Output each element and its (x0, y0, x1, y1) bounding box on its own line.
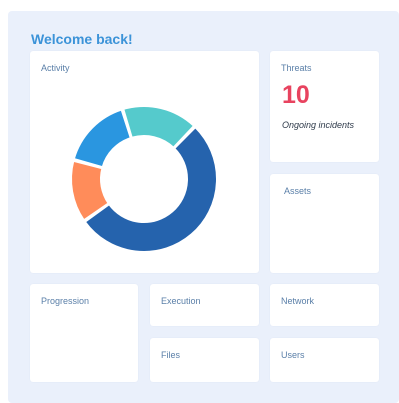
assets-label: Assets (284, 186, 312, 196)
users-label: Users (281, 350, 305, 360)
activity-card[interactable]: Activity (30, 51, 259, 273)
threats-subtitle: Ongoing incidents (282, 120, 355, 130)
threats-count: 10 (282, 81, 310, 109)
files-label: Files (161, 350, 181, 360)
files-card[interactable]: Files (150, 338, 259, 382)
activity-donut-chart (70, 105, 218, 253)
execution-card[interactable]: Execution (150, 284, 259, 326)
users-card[interactable]: Users (270, 338, 379, 382)
network-label: Network (281, 296, 315, 306)
donut-slice[interactable] (72, 108, 133, 169)
progression-label: Progression (41, 296, 90, 306)
progression-card[interactable]: Progression (30, 284, 138, 382)
assets-card[interactable]: Assets (270, 174, 379, 273)
page-title: Welcome back! (31, 31, 133, 47)
threats-label: Threats (281, 63, 312, 73)
execution-label: Execution (161, 296, 201, 306)
threats-card[interactable]: Threats 10 Ongoing incidents (270, 51, 379, 162)
network-card[interactable]: Network (270, 284, 379, 326)
